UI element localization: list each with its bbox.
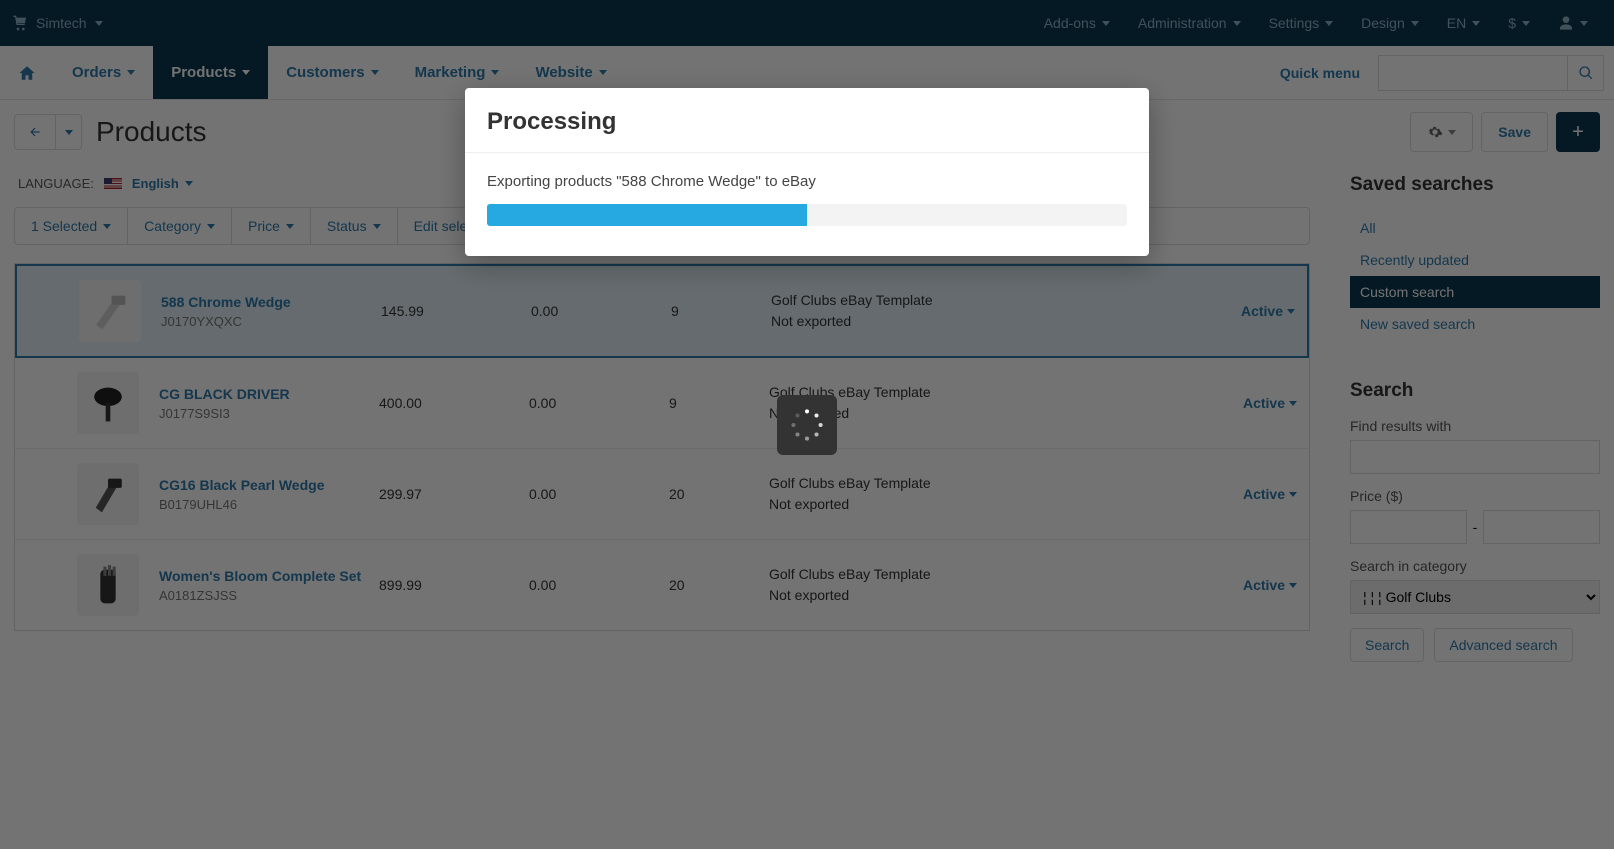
processing-modal: Processing Exporting products "588 Chrom… [465, 88, 1149, 256]
loading-spinner [777, 395, 837, 455]
progress-bar [487, 204, 1127, 226]
modal-title: Processing [487, 108, 1127, 136]
progress-fill [487, 204, 807, 226]
spinner-icon [790, 408, 824, 442]
modal-description: Exporting products "588 Chrome Wedge" to… [487, 173, 1127, 190]
